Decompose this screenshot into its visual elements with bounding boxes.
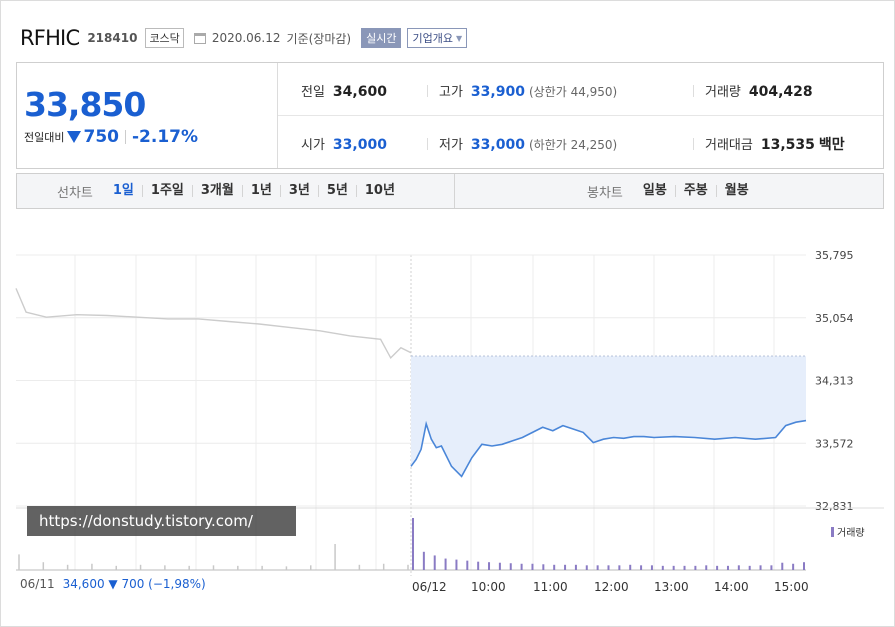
company-overview-label: 기업개요: [412, 32, 453, 45]
tab-1d[interactable]: 1일: [105, 184, 143, 197]
market-badge: 코스닥: [145, 28, 184, 48]
stat-value: 404,428: [748, 84, 813, 100]
stat-low: 저가 33,000 (하한가 24,250): [439, 134, 617, 153]
y-tick-label: 33,572: [815, 437, 854, 450]
candle-chart-tabs: 봉차트 일봉 주봉 월봉: [587, 174, 757, 208]
x-tick-label: 06/12: [412, 580, 447, 594]
x-tick-label: 10:00: [471, 580, 506, 594]
stat-value: 33,000: [332, 137, 387, 153]
watermark-url: https://donstudy.tistory.com/: [27, 506, 296, 536]
divider: [693, 138, 694, 150]
company-overview-dropdown[interactable]: 기업개요 ▼: [407, 28, 468, 48]
stat-open: 시가 33,000: [301, 134, 387, 153]
caret-down-icon: ▼: [455, 33, 463, 43]
divider: [454, 174, 455, 208]
divider: [278, 115, 883, 116]
divider: [427, 85, 428, 97]
line-chart-caption: 선차트: [57, 185, 93, 201]
quote-date: 2020.06.12: [211, 31, 281, 45]
stat-value: 13,535: [760, 137, 815, 153]
realtime-button[interactable]: 실시간: [361, 28, 402, 48]
price-panel: 33,850 전일대비 750 -2.17% 전일 34,600 고가 33,9…: [16, 62, 884, 169]
price-change: 전일대비 750 -2.17%: [24, 127, 198, 147]
prev-day-date: 06/11: [20, 577, 55, 591]
stat-prev-close: 전일 34,600: [301, 81, 387, 100]
stat-label: 전일: [301, 85, 325, 100]
stock-header: RFHIC 218410 코스닥 2020.06.12 기준(장마감) 실시간 …: [20, 26, 468, 50]
stat-value: 33,900: [470, 84, 525, 100]
intraday-chart[interactable]: 35,795 35,054 34,313 33,572 32,831 06/12 10:00…: [0, 210, 895, 605]
upper-limit: (상한가 44,950): [528, 85, 618, 99]
stat-label: 저가: [439, 138, 463, 153]
prev-day-summary: 34,600 ▼ 700 (−1,98%): [62, 577, 206, 591]
x-tick-label: 13:00: [654, 580, 689, 594]
tab-5y[interactable]: 5년: [319, 184, 357, 197]
tab-3m[interactable]: 3개월: [193, 184, 243, 197]
tab-monthly-candle[interactable]: 월봉: [717, 184, 757, 197]
tab-10y[interactable]: 10년: [357, 184, 403, 197]
tab-weekly-candle[interactable]: 주봉: [676, 184, 717, 197]
company-name[interactable]: RFHIC: [20, 26, 80, 50]
stat-label: 고가: [439, 85, 463, 100]
lower-limit: (하한가 24,250): [528, 138, 618, 152]
tab-3y[interactable]: 3년: [281, 184, 319, 197]
calendar-icon: [193, 32, 206, 44]
stat-unit: 백만: [818, 137, 845, 153]
change-label: 전일대비: [24, 131, 65, 144]
stat-label: 거래량: [705, 85, 741, 100]
stat-label: 거래대금: [705, 138, 753, 153]
y-tick-label: 35,054: [815, 312, 854, 325]
line-chart-tabs: 선차트 1일 1주일 3개월 1년 3년 5년 10년: [57, 174, 403, 208]
divider: [427, 138, 428, 150]
stat-trade-value: 거래대금 13,535 백만: [705, 134, 845, 154]
tab-daily-candle[interactable]: 일봉: [635, 184, 676, 197]
prev-day-info: 06/11 34,600 ▼ 700 (−1,98%): [20, 577, 206, 591]
x-tick-label: 14:00: [714, 580, 749, 594]
chart-tab-bar: 선차트 1일 1주일 3개월 1년 3년 5년 10년 봉차트 일봉 주봉 월봉: [16, 173, 884, 209]
y-tick-label: 35,795: [815, 249, 854, 262]
volume-legend-label: 거래량: [837, 528, 865, 539]
stat-value: 33,000: [470, 137, 525, 153]
today-area-fill: [411, 356, 806, 477]
y-tick-label: 34,313: [815, 375, 854, 388]
candle-chart-caption: 봉차트: [587, 185, 623, 201]
stat-volume: 거래량 404,428: [705, 81, 813, 100]
stat-label: 시가: [301, 138, 325, 153]
current-price-box: 33,850 전일대비 750 -2.17%: [17, 63, 278, 168]
stat-value: 34,600: [332, 84, 387, 100]
change-percent: -2.17%: [131, 127, 199, 147]
x-tick-label: 12:00: [594, 580, 629, 594]
change-amount: 750: [83, 127, 119, 147]
tab-1w[interactable]: 1주일: [143, 184, 193, 197]
tab-1y[interactable]: 1년: [243, 184, 281, 197]
stat-high: 고가 33,900 (상한가 44,950): [439, 81, 617, 100]
volume-swatch: [831, 526, 834, 537]
x-tick-label: 15:00: [774, 580, 809, 594]
stock-code: 218410: [87, 31, 138, 45]
current-price: 33,850: [24, 85, 146, 124]
y-tick-label: 32,831: [815, 500, 854, 513]
x-tick-label: 11:00: [533, 580, 568, 594]
down-arrow-icon: [67, 131, 82, 143]
volume-legend: 거래량: [831, 524, 865, 539]
divider: [124, 130, 126, 144]
quote-basis: 기준(장마감): [286, 31, 352, 46]
divider: [693, 85, 694, 97]
